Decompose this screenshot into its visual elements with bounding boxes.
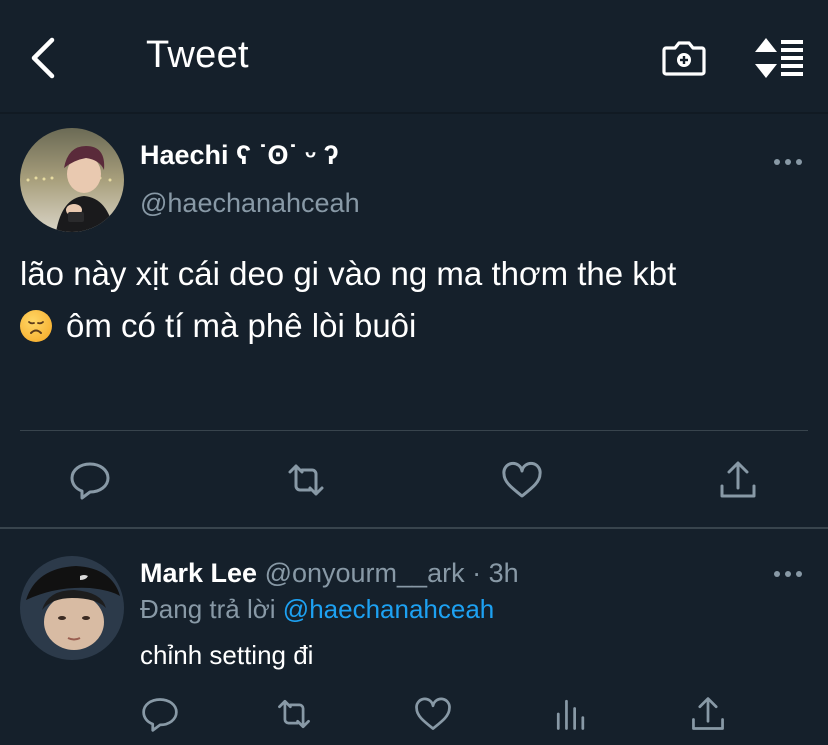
- like-icon: [502, 461, 542, 498]
- section-divider: [0, 527, 828, 529]
- reply-analytics-button[interactable]: [551, 694, 591, 734]
- reply-button[interactable]: [68, 458, 112, 502]
- share-button[interactable]: [716, 458, 760, 502]
- profile-photo: [20, 556, 124, 660]
- author-display-name[interactable]: Haechi ʕ ˙ʘ˙ ᵕ ʔ: [140, 140, 339, 171]
- actions-divider: [20, 430, 808, 431]
- reply-timestamp: 3h: [488, 558, 519, 588]
- share-icon: [720, 461, 756, 498]
- disappointed-face-emoji: [20, 310, 52, 342]
- reply-icon: [70, 462, 110, 500]
- replying-to: Đang trả lời @haechanahceah: [140, 594, 494, 625]
- tweet-text-line-2-text: ôm có tí mà phê lòi buôi: [66, 307, 417, 344]
- share-icon: [692, 697, 724, 730]
- sparkle-sort-icon: [755, 38, 803, 78]
- reply-author-avatar[interactable]: [20, 556, 124, 660]
- reply-header: Mark Lee @onyourm__ark · 3h: [140, 558, 519, 589]
- author-avatar[interactable]: [20, 128, 124, 232]
- reply-like-button[interactable]: [413, 694, 453, 734]
- reply-retweet-button[interactable]: [274, 694, 314, 734]
- dot-separator: ·: [472, 558, 482, 588]
- more-horizontal-icon: [774, 571, 802, 577]
- header-divider: [0, 112, 828, 114]
- chevron-left-icon: [31, 37, 55, 79]
- reply-icon: [142, 698, 178, 732]
- more-horizontal-icon: [774, 159, 802, 165]
- reply-body: chỉnh setting đi: [140, 640, 314, 670]
- more-options-button[interactable]: [772, 152, 804, 172]
- page-title: Tweet: [146, 34, 249, 76]
- camera-add-icon: [662, 41, 706, 76]
- timeline-sort-button[interactable]: [752, 34, 808, 82]
- tweet-text-line-2: ôm có tí mà phê lòi buôi: [20, 300, 810, 352]
- reply-share-button[interactable]: [688, 694, 728, 734]
- retweet-button[interactable]: [284, 458, 328, 502]
- reply-reply-button[interactable]: [140, 694, 180, 734]
- like-icon: [415, 697, 451, 730]
- tweet-body: lão này xịt cái deo gi vào ng ma thơm th…: [20, 248, 810, 352]
- replying-to-mention[interactable]: @haechanahceah: [283, 594, 494, 624]
- reply-author-display-name[interactable]: Mark Lee: [140, 558, 257, 588]
- replying-to-label: Đang trả lời: [140, 594, 276, 624]
- top-bar: Tweet: [0, 0, 828, 112]
- retweet-icon: [288, 464, 324, 496]
- back-button[interactable]: [22, 30, 70, 86]
- tweet-detail-screen: Tweet Haechi ʕ ˙ʘ˙ ᵕ ʔ @haechanahceah lã…: [0, 0, 828, 745]
- profile-photo: [20, 128, 124, 232]
- author-handle[interactable]: @haechanahceah: [140, 188, 360, 219]
- tweet-text-line-1: lão này xịt cái deo gi vào ng ma thơm th…: [20, 255, 677, 292]
- reply-more-options-button[interactable]: [772, 564, 804, 584]
- retweet-icon: [278, 699, 310, 729]
- analytics-icon: [556, 699, 585, 730]
- reply-author-handle[interactable]: @onyourm__ark: [265, 558, 465, 588]
- camera-button[interactable]: [660, 34, 708, 82]
- like-button[interactable]: [500, 458, 544, 502]
